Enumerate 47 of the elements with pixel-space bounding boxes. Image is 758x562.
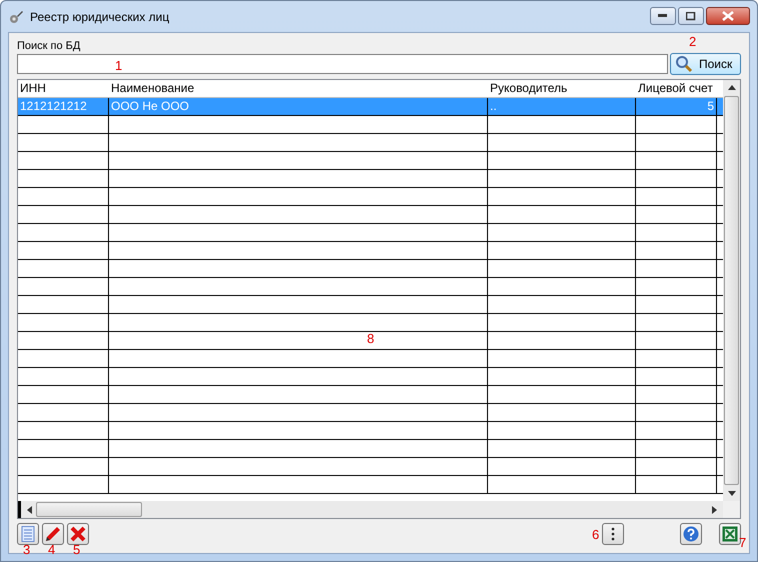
vertical-scrollbar[interactable] xyxy=(723,80,740,501)
column-header[interactable]: Руководитель xyxy=(488,80,636,97)
maximize-button[interactable] xyxy=(678,7,704,25)
table-cell: 1212121212 xyxy=(18,98,109,115)
search-button[interactable]: Поиск xyxy=(670,53,741,75)
search-field[interactable] xyxy=(17,54,668,74)
left-arrow-icon[interactable] xyxy=(27,506,32,514)
annotation-number: 8 xyxy=(367,332,374,346)
tools-icon xyxy=(8,8,24,24)
help-icon xyxy=(683,526,699,542)
annotation-number: 4 xyxy=(48,543,56,557)
annotation-number: 3 xyxy=(23,543,30,557)
table-cell: ООО Не ООО xyxy=(109,98,488,115)
annotation-number: 2 xyxy=(689,35,696,49)
close-icon xyxy=(722,11,734,21)
export-button[interactable] xyxy=(719,523,741,545)
down-arrow-icon[interactable] xyxy=(728,491,736,496)
up-arrow-icon[interactable] xyxy=(728,85,736,90)
annotation-number: 1 xyxy=(115,59,122,73)
right-arrow-icon[interactable] xyxy=(712,506,717,514)
delete-button[interactable] xyxy=(67,523,89,545)
more-icon xyxy=(611,527,615,541)
scrollbar-corner xyxy=(723,501,740,518)
more-button[interactable] xyxy=(602,523,624,545)
help-button[interactable] xyxy=(680,523,702,545)
annotation-number: 5 xyxy=(73,543,80,557)
pencil-icon xyxy=(45,526,61,542)
table-cell: 5 xyxy=(636,98,717,115)
cross-icon xyxy=(70,526,86,542)
minimize-button[interactable] xyxy=(650,7,676,25)
add-button[interactable] xyxy=(17,523,39,545)
document-icon xyxy=(21,526,35,542)
edit-button[interactable] xyxy=(42,523,64,545)
column-header[interactable]: Лицевой счет xyxy=(636,80,717,97)
close-button[interactable] xyxy=(706,7,750,25)
magnifier-icon xyxy=(675,55,693,73)
minimize-icon xyxy=(658,14,668,18)
table-cell: .. xyxy=(488,98,636,115)
horizontal-scrollbar[interactable] xyxy=(18,501,723,518)
column-header[interactable]: Наименование xyxy=(109,80,488,97)
annotation-number: 6 xyxy=(592,528,600,542)
annotation-number: 7 xyxy=(739,536,746,550)
maximize-icon xyxy=(686,12,696,20)
spreadsheet-icon xyxy=(722,526,738,542)
window-title: Реестр юридических лиц xyxy=(30,10,170,24)
search-label: Поиск по БД xyxy=(17,40,80,53)
column-header[interactable]: ИНН xyxy=(18,80,109,97)
